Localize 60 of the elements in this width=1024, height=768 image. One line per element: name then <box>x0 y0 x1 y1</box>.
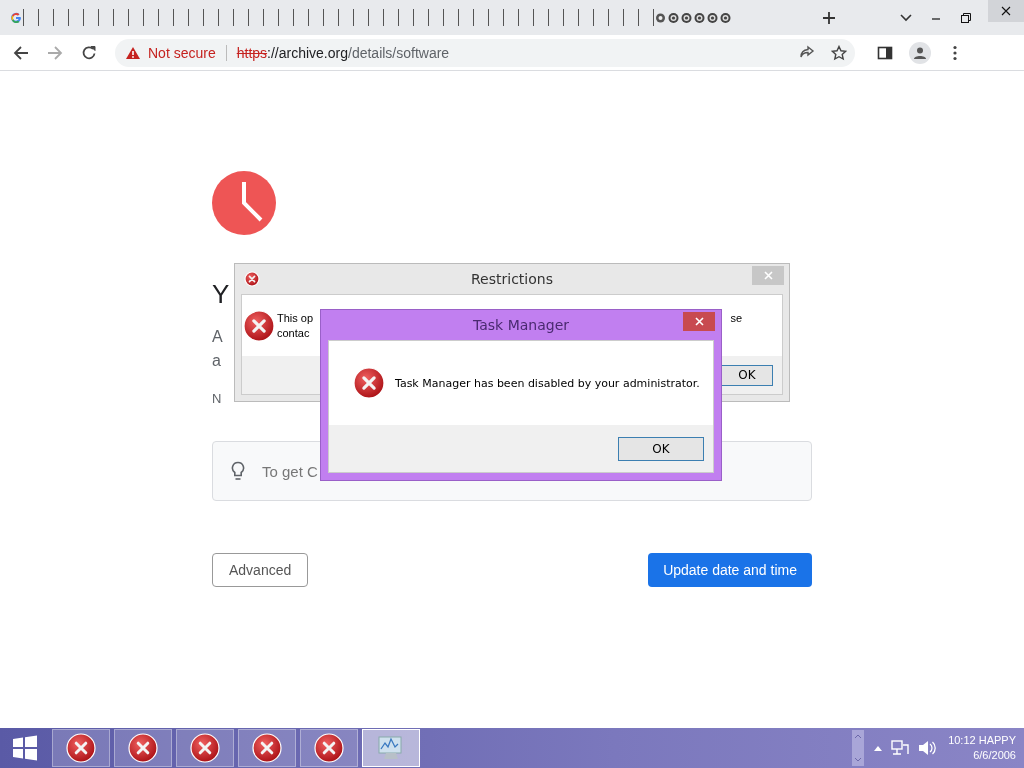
up-arrow-icon[interactable] <box>874 745 883 751</box>
start-icon[interactable] <box>12 735 38 761</box>
taskbar-button[interactable] <box>176 729 234 767</box>
ok-button[interactable]: OK <box>721 364 773 386</box>
address-bar[interactable]: Not secure https://archive.org/details/software <box>115 38 855 67</box>
taskbar-button[interactable] <box>300 729 358 767</box>
round-icon <box>694 11 705 24</box>
error-icon <box>66 733 96 763</box>
new-tab-icon[interactable] <box>822 10 837 25</box>
close-icon <box>1001 6 1011 16</box>
lightbulb-icon <box>231 461 245 481</box>
dropdown-icon[interactable] <box>900 13 913 22</box>
tab[interactable] <box>10 9 24 26</box>
error-icon <box>190 733 220 763</box>
close-button[interactable] <box>683 312 715 331</box>
security-label[interactable]: Not secure <box>148 44 216 61</box>
message-text: Task Manager has been disabled by your administrator. <box>395 375 701 391</box>
volume-icon[interactable] <box>918 740 937 756</box>
round-icon <box>681 11 692 24</box>
taskbar-button[interactable] <box>238 729 296 767</box>
restore-icon[interactable] <box>960 11 973 24</box>
message-text: This op <box>277 310 314 326</box>
gear-icon <box>655 11 666 24</box>
url-text: https://archive.org/details/software <box>236 44 450 61</box>
star-icon[interactable] <box>831 44 847 61</box>
person-icon <box>913 45 927 60</box>
error-icon <box>353 367 385 399</box>
favicon-icon <box>10 11 22 24</box>
note-text: N <box>212 391 222 407</box>
warning-icon <box>125 45 141 60</box>
paragraph-text: A <box>212 327 223 347</box>
page-heading: Y <box>212 279 230 309</box>
window-title: Restrictions <box>471 271 553 287</box>
error-icon <box>252 733 282 763</box>
error-icon <box>244 271 260 287</box>
network-icon[interactable] <box>891 740 910 756</box>
message-text: se <box>730 310 742 326</box>
clock-icon <box>212 171 276 235</box>
advanced-button[interactable]: Advanced <box>212 553 309 587</box>
menu-icon[interactable] <box>953 44 957 61</box>
close-button[interactable] <box>988 0 1024 22</box>
reload-icon[interactable] <box>81 44 97 61</box>
round-icon <box>720 11 731 24</box>
round-icon <box>668 11 679 24</box>
update-button[interactable]: Update date and time <box>648 553 812 587</box>
profile-button[interactable] <box>909 41 931 64</box>
side-panel-icon[interactable] <box>877 44 893 61</box>
tip-text: To get C <box>262 462 318 480</box>
window-title: Task Manager <box>473 317 569 333</box>
close-icon <box>763 271 773 280</box>
back-icon[interactable] <box>13 44 29 61</box>
round-icon <box>707 11 718 24</box>
ok-button[interactable]: OK <box>618 436 704 461</box>
message-text: contac <box>277 325 310 341</box>
error-icon <box>314 733 344 763</box>
taskbar-button[interactable] <box>114 729 172 767</box>
paragraph-text: a <box>212 351 221 371</box>
taskbar-button[interactable] <box>52 729 110 767</box>
error-icon <box>128 733 158 763</box>
close-icon <box>694 317 704 326</box>
